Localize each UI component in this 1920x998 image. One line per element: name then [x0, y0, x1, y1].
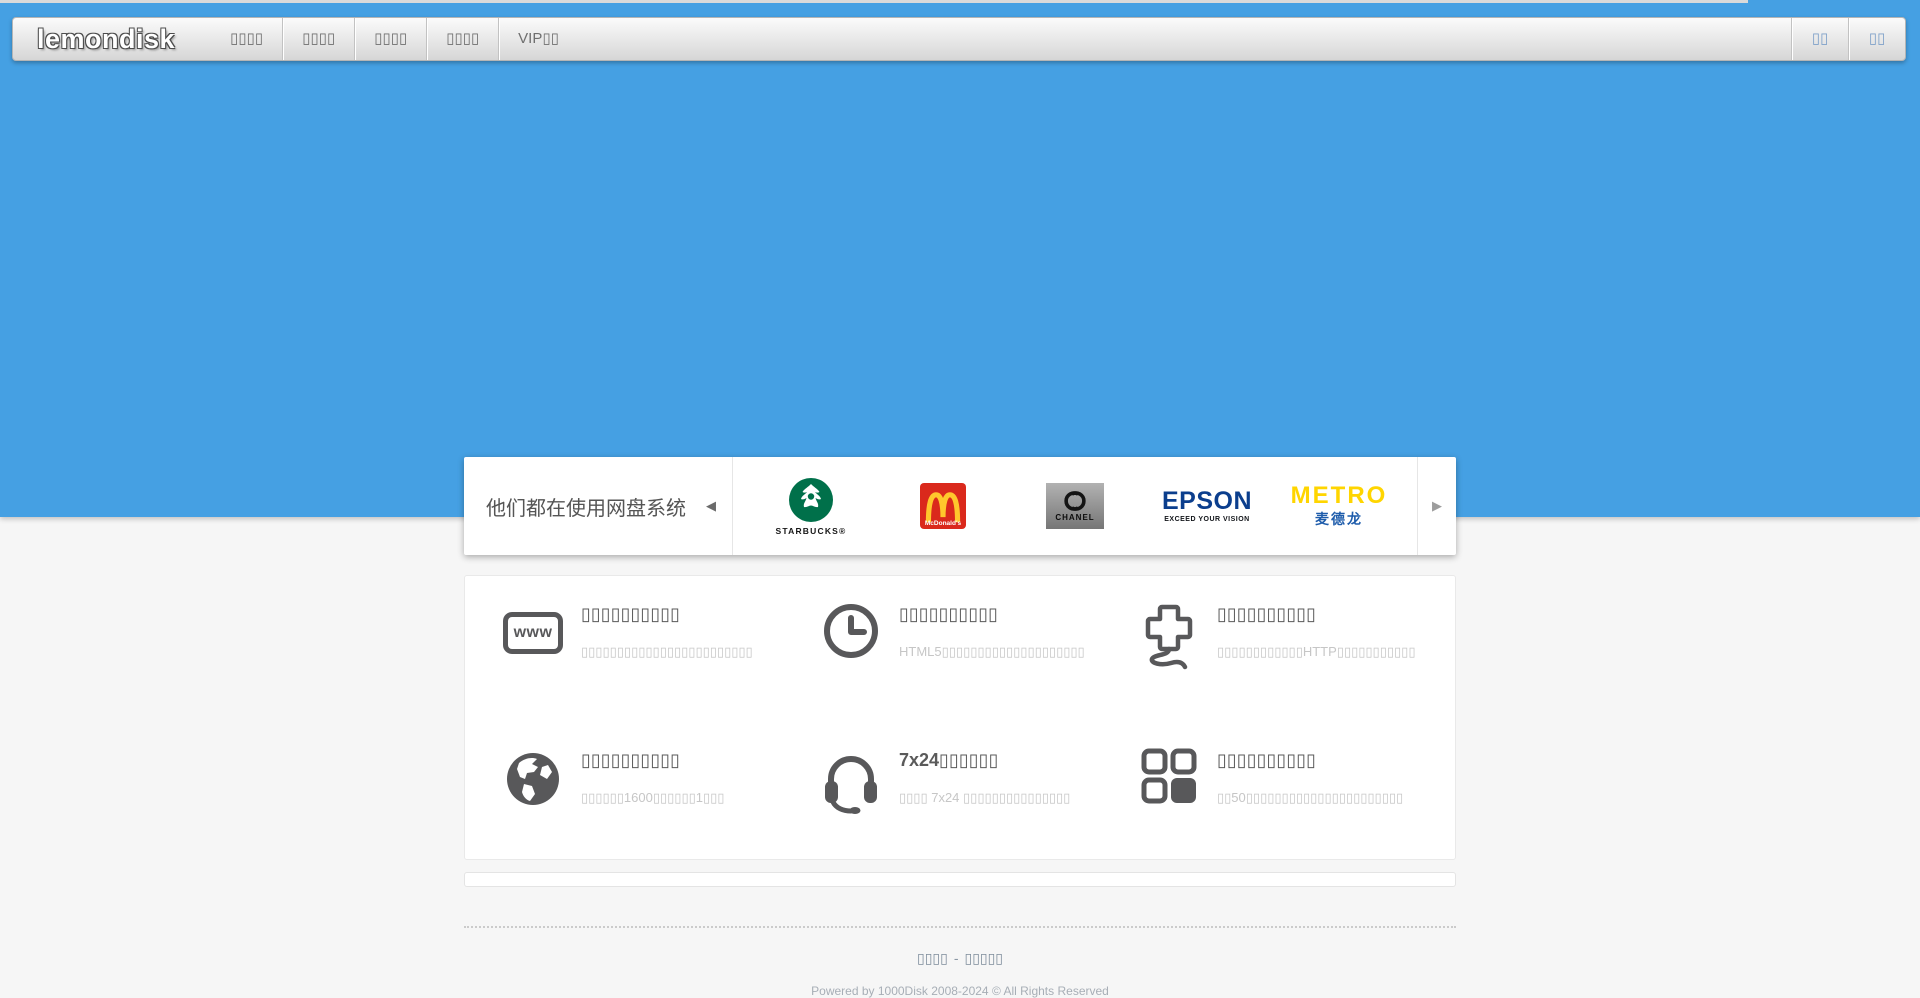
metro-logo: METRO麦德龙 — [1279, 465, 1399, 547]
carousel-title: 他们都在使用网盘系统 — [486, 492, 698, 521]
empty-content-strip — [464, 872, 1456, 887]
nav-item-2[interactable]: ▯▯▯▯ — [282, 18, 354, 60]
site-logo[interactable]: lemondisk — [13, 18, 199, 60]
feature-item-2: ▯▯▯▯▯▯▯▯▯▯ HTML5▯▯▯▯▯▯▯▯▯▯▯▯▯▯▯▯▯▯▯▯ — [819, 602, 1137, 748]
metro-logo-chinese-text: 麦德龙 — [1315, 509, 1363, 529]
top-progress-strip — [0, 0, 1748, 3]
chanel-logo: CHANEL — [1015, 465, 1135, 547]
feature-title: 7x24▯▯▯▯▯▯ — [899, 750, 1070, 771]
www-icon: www — [501, 602, 565, 670]
feature-text: ▯▯▯▯▯▯▯▯▯▯ HTML5▯▯▯▯▯▯▯▯▯▯▯▯▯▯▯▯▯▯▯▯ — [899, 602, 1085, 748]
epson-logo-text: EPSON — [1162, 489, 1252, 514]
nav-item-5[interactable]: VIP▯▯ — [498, 18, 578, 60]
nav-menu: ▯▯▯▯▯▯▯▯▯▯▯▯▯▯▯▯VIP▯▯ — [211, 18, 578, 60]
footer: ▯▯▯▯-▯▯▯▯▯ Powered by 1000Disk 2008-2024… — [0, 950, 1920, 998]
feature-description: ▯▯▯▯▯▯1600▯▯▯▯▯▯1▯▯▯ — [581, 790, 724, 806]
client-logos: STARBUCKS® McDonald's CHANEL EPSON EXCEED YO… — [733, 465, 1417, 547]
feature-title: ▯▯▯▯▯▯▯▯▯▯ — [899, 604, 1085, 625]
nav-item-3[interactable]: ▯▯▯▯ — [354, 18, 426, 60]
plus-icon — [1137, 602, 1201, 670]
starbucks-logo-mark — [788, 477, 834, 523]
nav-right-item-2[interactable]: ▯▯ — [1848, 18, 1905, 60]
feature-title: ▯▯▯▯▯▯▯▯▯▯ — [581, 750, 724, 771]
carousel-next-button[interactable]: ▶ — [1426, 492, 1448, 520]
powered-by-text: Powered by 1000Disk 2008-2024 © All Righ… — [0, 984, 1920, 998]
feature-title: ▯▯▯▯▯▯▯▯▯▯ — [581, 604, 753, 625]
nav-right-item-1[interactable]: ▯▯ — [1791, 18, 1848, 60]
footer-dotted-divider — [464, 926, 1456, 928]
clock-icon — [819, 602, 883, 670]
footer-links: ▯▯▯▯-▯▯▯▯▯ — [0, 950, 1920, 967]
footer-link-separator: - — [954, 950, 959, 966]
starbucks-logo-text: STARBUCKS® — [776, 526, 847, 536]
feature-item-1: www▯▯▯▯▯▯▯▯▯▯▯▯▯▯▯▯▯▯▯▯▯▯▯▯▯▯▯▯▯▯▯▯▯▯ — [501, 602, 819, 748]
grid-icon — [1137, 748, 1201, 816]
clients-carousel: 他们都在使用网盘系统 ◀ STARBUCKS® McDonald's CHANEL E… — [464, 457, 1456, 555]
feature-description: HTML5▯▯▯▯▯▯▯▯▯▯▯▯▯▯▯▯▯▯▯▯ — [899, 644, 1085, 660]
features-grid: www▯▯▯▯▯▯▯▯▯▯▯▯▯▯▯▯▯▯▯▯▯▯▯▯▯▯▯▯▯▯▯▯▯▯▯▯▯… — [464, 575, 1456, 860]
headset-icon — [819, 748, 883, 816]
nav-item-4[interactable]: ▯▯▯▯ — [426, 18, 498, 60]
feature-description: ▯▯▯▯▯▯▯▯▯▯▯▯HTTP▯▯▯▯▯▯▯▯▯▯▯ — [1217, 644, 1415, 660]
feature-title: ▯▯▯▯▯▯▯▯▯▯ — [1217, 604, 1415, 625]
globe-icon — [501, 748, 565, 816]
feature-item-3: ▯▯▯▯▯▯▯▯▯▯ ▯▯▯▯▯▯▯▯▯▯▯▯HTTP▯▯▯▯▯▯▯▯▯▯▯ — [1137, 602, 1455, 748]
metro-logo-text: METRO — [1291, 484, 1388, 508]
mcdonalds-logo: McDonald's — [883, 465, 1003, 547]
feature-title: ▯▯▯▯▯▯▯▯▯▯ — [1217, 750, 1403, 771]
feature-description: ▯▯▯▯▯▯▯▯▯▯▯▯▯▯▯▯▯▯▯▯▯▯▯▯ — [581, 644, 753, 660]
mcdonalds-logo-mark: McDonald's — [920, 483, 966, 529]
chanel-logo-text: CHANEL — [1055, 513, 1094, 522]
feature-description: ▯▯50▯▯▯▯▯▯▯▯▯▯▯▯▯▯▯▯▯▯▯▯▯▯ — [1217, 790, 1403, 806]
feature-text: ▯▯▯▯▯▯▯▯▯▯▯▯▯▯▯▯▯▯▯▯▯▯▯▯▯▯▯▯▯▯▯▯▯▯ — [581, 602, 753, 748]
nav-item-1[interactable]: ▯▯▯▯ — [211, 18, 282, 60]
starbucks-logo: STARBUCKS® — [751, 465, 871, 547]
feature-description: ▯▯▯▯ 7x24 ▯▯▯▯▯▯▯▯▯▯▯▯▯▯▯ — [899, 790, 1070, 806]
carousel-prev-button[interactable]: ◀ — [700, 492, 722, 520]
chanel-logo-mark: CHANEL — [1046, 483, 1104, 529]
feature-text: ▯▯▯▯▯▯▯▯▯▯ ▯▯▯▯▯▯▯▯▯▯▯▯HTTP▯▯▯▯▯▯▯▯▯▯▯ — [1217, 602, 1415, 748]
epson-logo: EPSON EXCEED YOUR VISION — [1147, 465, 1267, 547]
mcdonalds-logo-text: McDonald's — [920, 520, 966, 527]
nav-right-links: ▯▯▯▯ — [1791, 18, 1905, 60]
hero-banner — [0, 0, 1920, 517]
footer-link-1[interactable]: ▯▯▯▯ — [917, 950, 948, 966]
epson-logo-tagline: EXCEED YOUR VISION — [1164, 516, 1250, 523]
navbar: lemondisk ▯▯▯▯▯▯▯▯▯▯▯▯▯▯▯▯VIP▯▯ ▯▯▯▯ — [12, 17, 1906, 61]
footer-link-2[interactable]: ▯▯▯▯▯ — [964, 950, 1003, 966]
carousel-divider-right — [1417, 457, 1418, 555]
